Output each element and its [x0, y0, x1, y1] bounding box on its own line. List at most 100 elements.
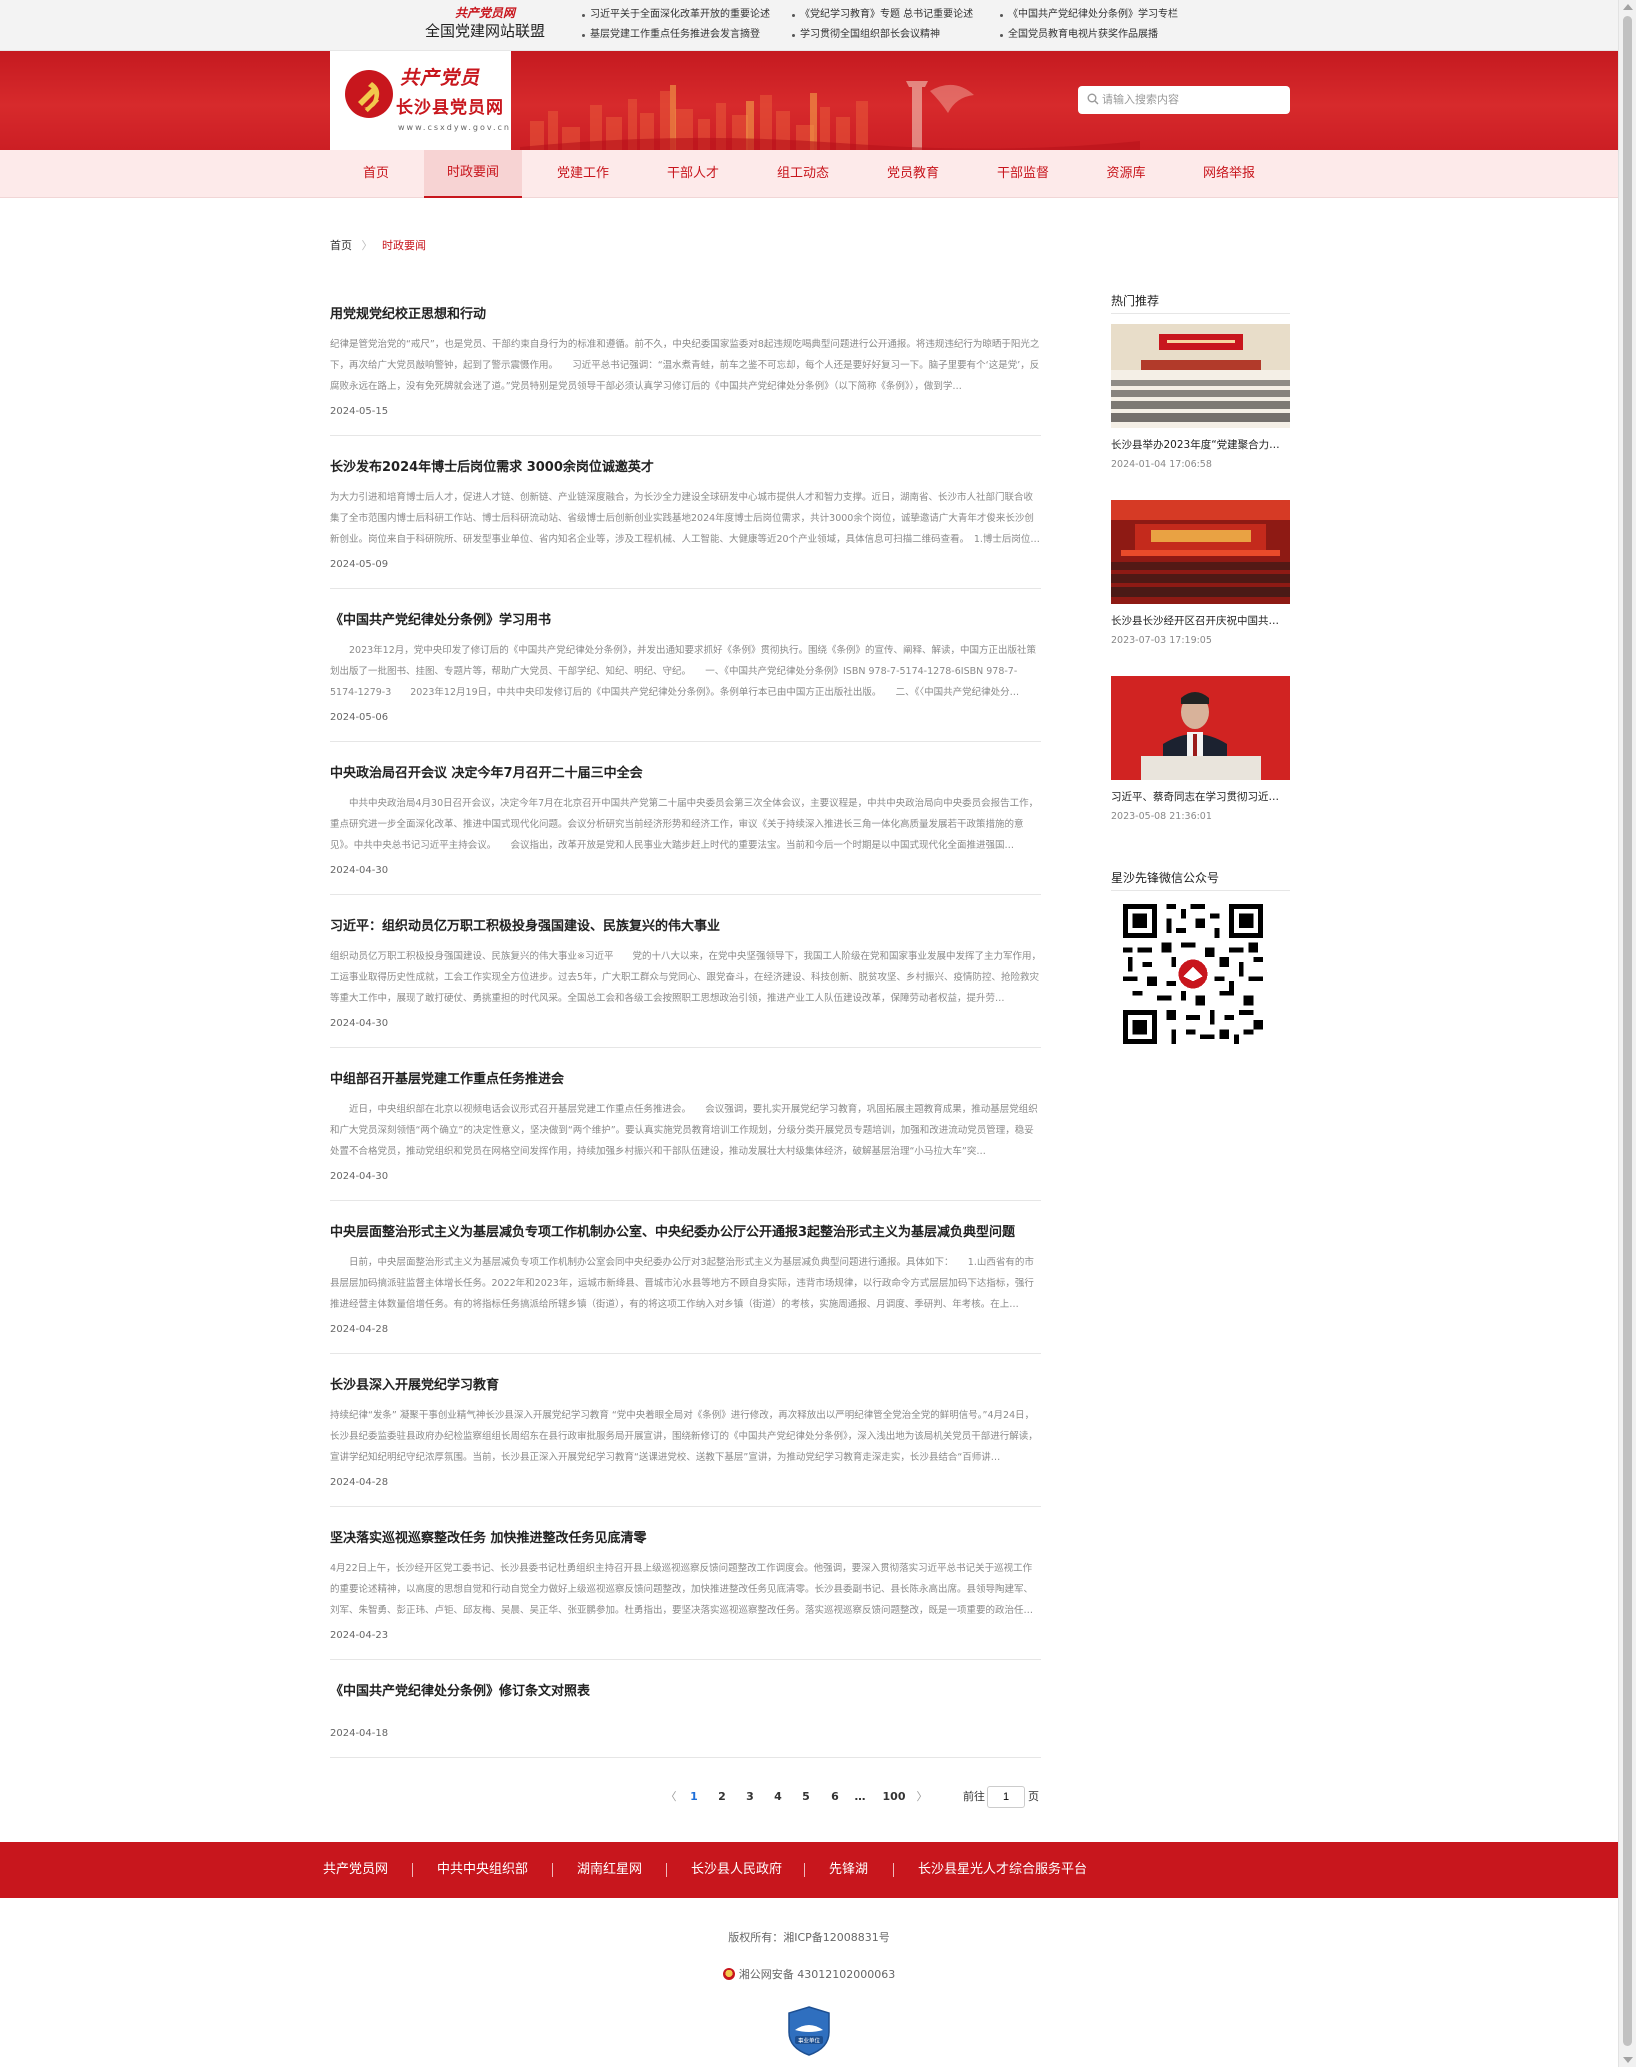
article-date: 2024-05-06	[330, 712, 389, 723]
article-title[interactable]: 《中国共产党纪律处分条例》修订条文对照表	[330, 1680, 590, 1699]
prev-page-button[interactable]: 〈	[660, 1784, 682, 1810]
article-title[interactable]: 习近平：组织动员亿万职工积极投身强国建设、民族复兴的伟大事业	[330, 915, 720, 934]
page-ellipsis[interactable]: …	[849, 1784, 871, 1810]
scrollbar-thumb[interactable]	[1623, 16, 1632, 2046]
article-item: 中央层面整治形式主义为基层减负专项工作机制办公室、中央纪委办公厅公开通报3起整治…	[330, 1201, 1041, 1354]
scroll-up-arrow-icon[interactable]	[1623, 4, 1633, 10]
hot-recommend-heading: 热门推荐	[1111, 292, 1290, 314]
article-title[interactable]: 《中国共产党纪律处分条例》学习用书	[330, 609, 551, 628]
article-date: 2024-04-30	[330, 865, 389, 876]
alliance-link[interactable]: 习近平关于全面深化改革开放的重要论述	[582, 8, 770, 22]
article-summary: 2023年12月，党中央印发了修订后的《中国共产党纪律处分条例》，并发出通知要求…	[330, 645, 1037, 698]
search-input[interactable]	[1102, 86, 1286, 114]
footer-link[interactable]: 湖南红星网	[577, 1842, 642, 1898]
alliance-bar: 共产党员网 全国党建网站联盟 习近平关于全面深化改革开放的重要论述 《党纪学习教…	[0, 0, 1618, 51]
nav-home[interactable]: 首页	[327, 150, 425, 198]
article-title[interactable]: 坚决落实巡视巡察整改任务 加快推进整改任务见底清零	[330, 1527, 647, 1546]
alliance-link[interactable]: 全国党员教育电视片获奖作品展播	[1000, 28, 1158, 42]
article-item: 《中国共产党纪律处分条例》修订条文对照表 2024-04-18	[330, 1660, 1041, 1758]
conference-photo[interactable]	[1111, 324, 1290, 428]
nav-party-building[interactable]: 党建工作	[534, 150, 632, 198]
nav-cadre-talent[interactable]: 干部人才	[644, 150, 742, 198]
page-number[interactable]: 2	[711, 1784, 733, 1810]
leader-photo[interactable]	[1111, 676, 1290, 780]
nav-resources[interactable]: 资源库	[1077, 150, 1175, 198]
next-page-button[interactable]: 〉	[911, 1784, 933, 1810]
breadcrumb: 首页 〉 时政要闻	[330, 237, 426, 253]
hot-item-title[interactable]: 习近平、蔡奇同志在学习贯彻习近…	[1111, 789, 1290, 804]
nav-org-news[interactable]: 组工动态	[754, 150, 852, 198]
page-number[interactable]: 1	[683, 1784, 705, 1810]
article-title[interactable]: 长沙发布2024年博士后岗位需求 3000余岗位诚邀英才	[330, 456, 654, 475]
hot-item[interactable]: 习近平、蔡奇同志在学习贯彻习近… 2023-05-08 21:36:01	[1111, 676, 1290, 852]
article-item: 中组部召开基层党建工作重点任务推进会 近日，中央组织部在北京以视频电话会议形式召…	[330, 1048, 1041, 1201]
goto-label: 前往	[963, 1790, 985, 1803]
page-number[interactable]: 3	[739, 1784, 761, 1810]
government-site-badge-icon[interactable]: 事业单位	[787, 2006, 831, 2056]
article-date: 2024-04-30	[330, 1171, 389, 1182]
nav-news[interactable]: 时政要闻	[424, 150, 522, 198]
sidebar: 热门推荐 长沙县举办2023年度“党建聚合力… 2024-01-04 17:06…	[1111, 292, 1290, 1044]
footer-link[interactable]: 长沙县星光人才综合服务平台	[918, 1842, 1087, 1898]
scroll-down-arrow-icon[interactable]	[1623, 2057, 1633, 2063]
assembly-photo[interactable]	[1111, 500, 1290, 604]
police-record[interactable]: 湘公网安备 43012102000063	[0, 1966, 1618, 1982]
page-number-last[interactable]: 100	[879, 1784, 909, 1810]
site-logo[interactable]: 共产党员 长沙县党员网 www.csxdyw.gov.cn	[330, 51, 511, 150]
alliance-link[interactable]: 学习贯彻全国组织部长会议精神	[792, 28, 940, 42]
article-summary: 为大力引进和培育博士后人才，促进人才链、创新链、产业链深度融合，为长沙全力建设全…	[330, 492, 1040, 545]
footer-divider	[552, 1863, 553, 1877]
search-box	[1078, 86, 1290, 114]
main-nav: 首页 时政要闻 党建工作 干部人才 组工动态 党员教育 干部监督 资源库 网络举…	[0, 150, 1618, 198]
nav-online-report[interactable]: 网络举报	[1180, 150, 1278, 198]
article-date: 2024-05-15	[330, 406, 389, 417]
article-title[interactable]: 用党规党纪校正思想和行动	[330, 303, 486, 322]
page-number[interactable]: 4	[767, 1784, 789, 1810]
nav-cadre-supervision[interactable]: 干部监督	[974, 150, 1072, 198]
article-item: 长沙县深入开展党纪学习教育 持续纪律“发条” 凝聚干事创业精气神长沙县深入开展党…	[330, 1354, 1041, 1507]
page-unit-label: 页	[1028, 1790, 1039, 1803]
article-date: 2024-05-09	[330, 559, 389, 570]
article-title[interactable]: 长沙县深入开展党纪学习教育	[330, 1374, 499, 1393]
breadcrumb-home[interactable]: 首页	[330, 239, 352, 252]
footer-link[interactable]: 长沙县人民政府	[691, 1842, 782, 1898]
footer-link[interactable]: 先锋湖	[829, 1842, 868, 1898]
article-date: 2024-04-23	[330, 1630, 389, 1641]
article-summary: 组织动员亿万职工积极投身强国建设、民族复兴的伟大事业※习近平 党的十八大以来，在…	[330, 951, 1041, 1004]
page-scrollbar[interactable]	[1618, 0, 1636, 2067]
page-number[interactable]: 6	[824, 1784, 846, 1810]
hot-item[interactable]: 长沙县举办2023年度“党建聚合力… 2024-01-04 17:06:58	[1111, 324, 1290, 500]
police-badge-icon	[722, 1968, 735, 1980]
footer-divider	[666, 1863, 667, 1877]
article-title[interactable]: 中央政治局召开会议 决定今年7月召开二十届三中全会	[330, 762, 643, 781]
alliance-link[interactable]: 《党纪学习教育》专题 总书记重要论述	[792, 8, 973, 22]
alliance-link[interactable]: 《中国共产党纪律处分条例》学习专栏	[1000, 8, 1178, 22]
hot-item-date: 2023-05-08 21:36:01	[1111, 811, 1212, 822]
footer-link[interactable]: 共产党员网	[323, 1842, 388, 1898]
hot-item-title[interactable]: 长沙县长沙经开区召开庆祝中国共…	[1111, 613, 1290, 628]
footer-links: 共产党员网 中共中央组织部 湖南红星网 长沙县人民政府 先锋湖 长沙县星光人才综…	[0, 1842, 1618, 1898]
footer-link[interactable]: 中共中央组织部	[437, 1842, 528, 1898]
site-url: www.csxdyw.gov.cn	[398, 123, 511, 132]
goto-page-input[interactable]	[987, 1786, 1025, 1808]
alliance-brand[interactable]: 共产党员网 全国党建网站联盟	[420, 6, 550, 42]
article-summary: 4月22日上午，长沙经开区党工委书记、长沙县委书记杜勇组织主持召开县上级巡视巡察…	[330, 1563, 1034, 1616]
footer-divider	[804, 1863, 805, 1877]
wechat-heading: 星沙先锋微信公众号	[1111, 869, 1290, 891]
alliance-link[interactable]: 基层党建工作重点任务推进会发言摘登	[582, 28, 760, 42]
footer-divider	[412, 1863, 413, 1877]
article-item: 中央政治局召开会议 决定今年7月召开二十届三中全会 中共中央政治局4月30日召开…	[330, 742, 1041, 895]
article-title[interactable]: 中组部召开基层党建工作重点任务推进会	[330, 1068, 564, 1087]
hot-item-title[interactable]: 长沙县举办2023年度“党建聚合力…	[1111, 437, 1290, 452]
search-icon[interactable]	[1087, 93, 1099, 105]
hot-item[interactable]: 长沙县长沙经开区召开庆祝中国共… 2023-07-03 17:19:05	[1111, 500, 1290, 676]
footer-divider	[893, 1863, 894, 1877]
city-skyline-illustration	[520, 81, 1140, 150]
page-number[interactable]: 5	[795, 1784, 817, 1810]
hot-item-date: 2023-07-03 17:19:05	[1111, 635, 1212, 646]
article-title[interactable]: 中央层面整治形式主义为基层减负专项工作机制办公室、中央纪委办公厅公开通报3起整治…	[330, 1221, 1015, 1240]
breadcrumb-current[interactable]: 时政要闻	[382, 239, 426, 252]
article-date: 2024-04-28	[330, 1477, 389, 1488]
hot-item-date: 2024-01-04 17:06:58	[1111, 459, 1212, 470]
nav-member-education[interactable]: 党员教育	[864, 150, 962, 198]
